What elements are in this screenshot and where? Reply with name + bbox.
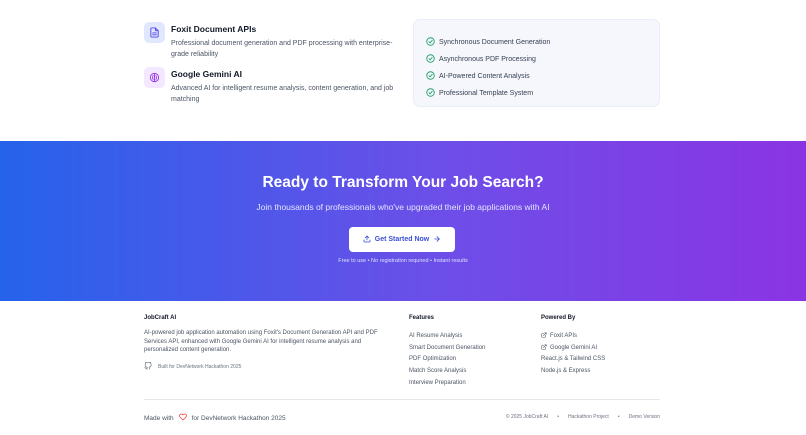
foxit-description: Professional document generation and PDF… [171, 40, 393, 58]
gemini-title: Google Gemini AI [171, 69, 242, 79]
demo-version-label: Demo Version [628, 414, 660, 420]
footer-divider [144, 399, 660, 400]
get-started-label: Get Started Now [374, 236, 430, 243]
footer-link-pdf-optimization[interactable]: PDF Optimization [409, 354, 485, 366]
check-circle-icon [426, 50, 435, 68]
built-for-label: Built for DevNetwork Hackathon 2025 [158, 363, 242, 370]
built-for-note: Built for DevNetwork Hackathon 2025 [144, 361, 394, 372]
foxit-apis-label: Foxit APIs [550, 332, 578, 339]
footer-features-column: Features AI Resume Analysis Smart Docume… [409, 315, 485, 389]
integrations-section: Foxit Document APIs Professional documen… [0, 0, 806, 141]
document-icon [144, 22, 165, 43]
powered-item-node: Node.js & Express [541, 368, 591, 375]
footer-brand: JobCraft AI [144, 315, 177, 321]
cta-heading: Ready to Transform Your Job Search? [262, 174, 544, 191]
capabilities-card: Synchronous Document Generation Asynchro… [413, 19, 660, 107]
footer-powered-column: Powered By Foxit APIs Google Gemini AI R… [541, 315, 605, 377]
footer-link-smart-document-generation[interactable]: Smart Document Generation [409, 342, 485, 354]
footer-link-google-gemini[interactable]: Google Gemini AI [541, 342, 605, 354]
footer-link-interview-preparation[interactable]: Interview Preparation [409, 377, 485, 389]
get-started-button[interactable]: Get Started Now [349, 227, 455, 252]
external-link-icon [541, 332, 547, 340]
capability-label: Professional Template System [439, 89, 534, 97]
gemini-feature: Google Gemini AI Advanced AI for intelli… [144, 67, 394, 105]
capability-item: AI-Powered Content Analysis [426, 67, 530, 85]
made-for-label: for DevNetwork Hackathon 2025 [191, 414, 286, 422]
cta-subheading: Join thousands of professionals who've u… [256, 202, 550, 212]
capability-label: Asynchronous PDF Processing [439, 55, 536, 63]
separator-dot: • [557, 414, 559, 420]
google-gemini-label: Google Gemini AI [550, 344, 598, 351]
powered-item-react: React.js & Tailwind CSS [541, 356, 606, 363]
hackathon-project-label: Hackathon Project [567, 414, 609, 420]
copyright-text: © 2025 JobCraft AI [505, 414, 549, 420]
powered-by-heading: Powered By [541, 315, 576, 321]
made-with-line: Made with for DevNetwork Hackathon 2025 [144, 413, 286, 423]
footer-about-text: AI-powered job application automation us… [144, 330, 378, 353]
capability-label: AI-Powered Content Analysis [439, 72, 530, 80]
heart-icon [178, 413, 187, 423]
capability-item: Asynchronous PDF Processing [426, 50, 536, 68]
upload-icon [363, 235, 371, 245]
check-circle-icon [426, 67, 435, 85]
gemini-description: Advanced AI for intelligent resume analy… [171, 85, 394, 103]
site-footer: JobCraft AI AI-powered job application a… [0, 301, 806, 435]
foxit-title: Foxit Document APIs [171, 24, 257, 34]
features-heading: Features [409, 315, 435, 321]
made-with-label: Made with [144, 414, 174, 422]
foxit-feature: Foxit Document APIs Professional documen… [144, 22, 394, 60]
footer-meta: © 2025 JobCraft AI • Hackathon Project •… [506, 414, 660, 420]
external-link-icon [541, 344, 547, 352]
cta-section: Ready to Transform Your Job Search? Join… [0, 141, 806, 301]
separator-dot: • [617, 414, 620, 420]
footer-link-foxit-apis[interactable]: Foxit APIs [541, 330, 605, 342]
footer-link-ai-resume-analysis[interactable]: AI Resume Analysis [409, 330, 485, 342]
check-circle-icon [426, 84, 435, 102]
capability-item: Synchronous Document Generation [426, 33, 550, 51]
github-icon [144, 361, 152, 372]
footer-link-match-score-analysis[interactable]: Match Score Analysis [409, 365, 485, 377]
capability-label: Synchronous Document Generation [439, 38, 551, 46]
cta-note: Free to use • No registration required •… [338, 258, 468, 264]
capability-item: Professional Template System [426, 84, 533, 102]
brain-icon [144, 67, 165, 88]
arrow-right-icon [433, 235, 441, 245]
check-circle-icon [426, 33, 435, 51]
footer-about-column: JobCraft AI AI-powered job application a… [144, 315, 394, 372]
